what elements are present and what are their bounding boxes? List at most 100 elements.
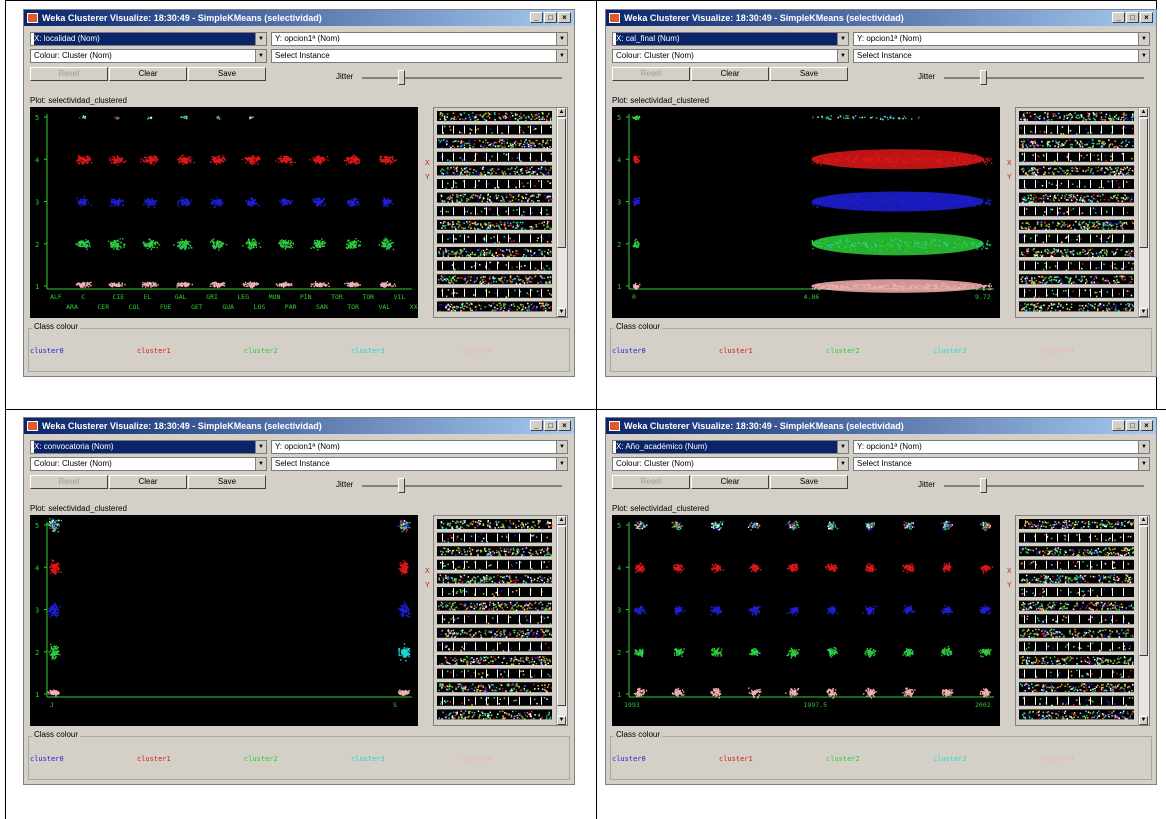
y-axis-select[interactable]: Y: opcion1ª (Nom) ▼ [853, 32, 1150, 46]
chevron-down-icon[interactable]: ▼ [837, 33, 848, 45]
legend-cluster1[interactable]: cluster1 [137, 347, 171, 355]
visualize-window-cal-final: Weka Clusterer Visualize: 18:30:49 - Sim… [605, 9, 1157, 377]
chevron-down-icon[interactable]: ▼ [255, 50, 266, 62]
data-point [391, 156, 393, 158]
data-point [117, 159, 119, 162]
scrollbar-thumb[interactable] [557, 118, 566, 248]
window-title-bar[interactable]: Weka Clusterer Visualize: 18:30:49 - Sim… [606, 10, 1156, 26]
attribute-bar-point [547, 278, 550, 280]
attribute-bar-point [441, 227, 443, 229]
data-point [179, 160, 181, 162]
attribute-bar-point [500, 144, 502, 147]
attribute-bar-point [462, 250, 464, 252]
colour-select[interactable]: Colour: Cluster (Nom) ▼ [30, 49, 267, 63]
data-point [824, 200, 826, 203]
legend-cluster3[interactable]: cluster3 [351, 347, 385, 355]
attribute-bar-tick [475, 261, 476, 270]
attribute-bar-point [523, 143, 525, 146]
reset-button[interactable]: Reset [612, 67, 690, 81]
data-point [988, 199, 991, 201]
data-point [184, 158, 187, 160]
chevron-down-icon[interactable]: ▼ [1138, 33, 1149, 45]
maximize-button[interactable]: □ [1126, 12, 1139, 23]
data-point [314, 158, 316, 160]
jitter-slider-track[interactable] [944, 77, 1144, 79]
data-point [219, 241, 222, 243]
data-point [248, 160, 251, 162]
scatter-plot[interactable]: 5 4 3 2 1 ALF C CIE EL GAL GRI LEG MON PIN TOR TOR VIL AR… [30, 107, 418, 318]
data-point [114, 159, 116, 161]
attribute-bar-point [546, 196, 548, 199]
data-point [158, 244, 161, 246]
attribute-scrollbar[interactable]: ▲ ▼ [556, 108, 567, 317]
data-point [843, 203, 845, 205]
data-point [252, 154, 254, 157]
data-point [210, 202, 212, 205]
data-point [853, 160, 855, 162]
data-point [355, 198, 357, 200]
attribute-bar-point [530, 254, 533, 257]
legend-cluster2[interactable]: cluster2 [244, 347, 278, 355]
maximize-button[interactable]: □ [544, 12, 557, 23]
attribute-bar-point [460, 171, 462, 173]
data-point [251, 203, 253, 205]
chevron-down-icon[interactable]: ▼ [1138, 50, 1149, 62]
data-point [321, 238, 323, 240]
attribute-bar-point [518, 173, 520, 176]
jitter-slider-thumb[interactable] [980, 70, 987, 85]
x-axis-select[interactable]: X: localidad (Nom) ▼ [30, 32, 267, 46]
chevron-down-icon[interactable]: ▼ [556, 50, 567, 62]
jitter-slider-track[interactable] [362, 77, 562, 79]
minimize-button[interactable]: _ [1112, 12, 1125, 23]
chevron-down-icon[interactable]: ▼ [556, 33, 567, 45]
data-point [123, 246, 125, 248]
data-point [821, 115, 823, 118]
attribute-bars-panel[interactable]: ▲ ▼ [433, 107, 568, 318]
save-button[interactable]: Save [188, 67, 266, 81]
data-point [253, 156, 255, 158]
colour-select[interactable]: Colour: Cluster (Nom) ▼ [612, 49, 849, 63]
attribute-bar-point [456, 140, 458, 143]
legend-cluster0[interactable]: cluster0 [30, 347, 64, 355]
attribute-bar-point [469, 147, 471, 149]
close-button[interactable]: × [558, 12, 571, 23]
scatter-plot[interactable]: 5 4 3 2 1 0 4.86 9.72 [612, 107, 1000, 318]
scroll-up-icon[interactable]: ▲ [557, 108, 566, 117]
legend-cluster4[interactable]: cluster4 [458, 347, 492, 355]
clear-button[interactable]: Clear [109, 67, 187, 81]
x-axis-select[interactable]: X: cal_final (Num) ▼ [612, 32, 849, 46]
scroll-down-icon[interactable]: ▼ [557, 308, 566, 317]
attribute-bar-point [476, 153, 478, 155]
reset-button[interactable]: Reset [30, 67, 108, 81]
close-button[interactable]: × [1140, 12, 1153, 23]
data-point [637, 199, 640, 201]
data-point [323, 283, 325, 285]
data-point [316, 198, 318, 200]
attribute-bar-point [456, 173, 459, 175]
data-point [187, 285, 189, 287]
save-button[interactable]: Save [770, 67, 848, 81]
data-point [215, 245, 217, 247]
chevron-down-icon[interactable]: ▼ [255, 33, 266, 45]
attribute-bar-point [538, 146, 540, 149]
attribute-bar-point [452, 250, 454, 253]
jitter-slider-thumb[interactable] [398, 70, 405, 85]
attribute-bar-point [536, 168, 539, 171]
attribute-bar-point [518, 307, 520, 309]
attribute-bar-point [470, 222, 472, 224]
data-point [122, 204, 124, 206]
minimize-button[interactable]: _ [530, 12, 543, 23]
data-point [817, 202, 819, 204]
clear-button[interactable]: Clear [691, 67, 769, 81]
window-title-bar[interactable]: Weka Clusterer Visualize: 18:30:49 - Sim… [24, 10, 574, 26]
select-instance-select[interactable]: Select Instance ▼ [853, 49, 1150, 63]
attribute-bar-point [489, 261, 491, 264]
select-instance-select[interactable]: Select Instance ▼ [271, 49, 568, 63]
data-point [276, 283, 278, 285]
chevron-down-icon[interactable]: ▼ [837, 50, 848, 62]
attribute-bar-point [492, 309, 495, 311]
attribute-bar-point [447, 255, 449, 257]
y-axis-select[interactable]: Y: opcion1ª (Nom) ▼ [271, 32, 568, 46]
attribute-bar-point [445, 187, 447, 190]
data-point [636, 158, 639, 160]
